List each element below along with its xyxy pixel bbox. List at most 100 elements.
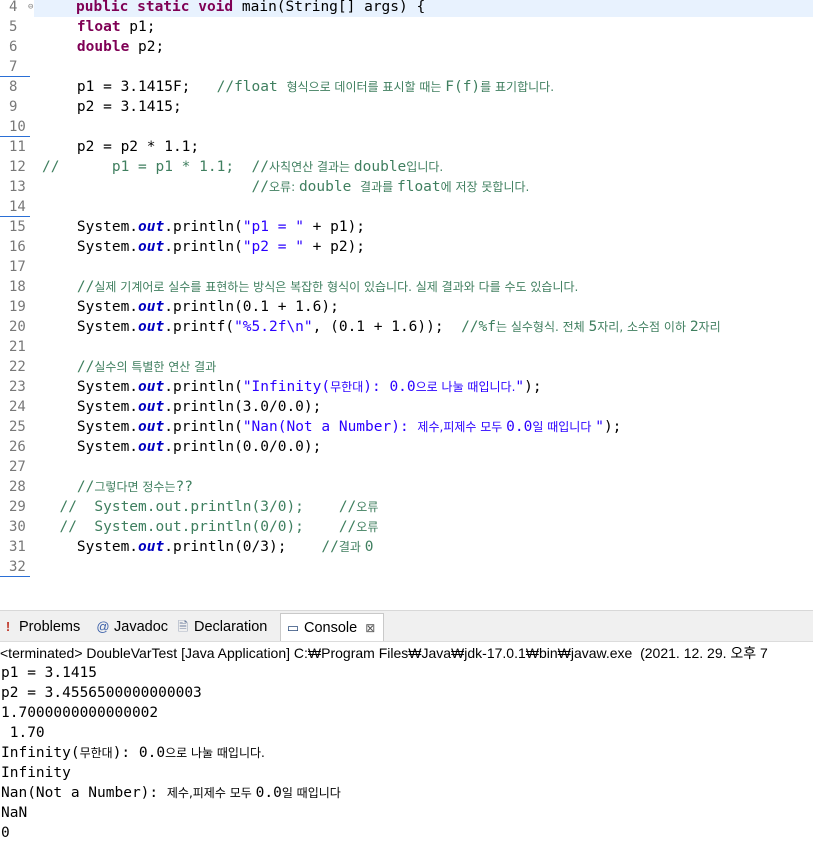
code-token: 는 실수형식. 전체	[495, 320, 589, 334]
line-number: 24	[9, 399, 26, 415]
console-line: Infinity	[1, 763, 71, 783]
code-token: float	[396, 179, 441, 195]
console-line: p2 = 3.4556500000000003	[1, 683, 202, 703]
line-number: 11	[9, 139, 26, 155]
console-text: 0.0	[255, 785, 282, 801]
code-line[interactable]: System.out.println(0.1 + 1.6);	[42, 297, 339, 317]
code-line[interactable]: // System.out.println(0/0); //오류	[42, 517, 378, 537]
code-token: p2;	[129, 39, 165, 55]
code-line[interactable]: public static void main(String[] args) {	[34, 0, 813, 17]
code-token: // p1 = p1 * 1.1;	[42, 159, 252, 175]
console-line: Nan(Not a Number): 제수,피제수 모두 0.0일 때입니다	[1, 783, 341, 803]
code-token: 일 때입니다	[532, 420, 596, 434]
console-line: NaN	[1, 803, 27, 823]
code-line[interactable]: System.out.println("Nan(Not a Number): 제…	[42, 417, 622, 437]
tab-label: Javadoc	[114, 619, 169, 635]
line-number: 15	[9, 219, 26, 235]
code-line[interactable]: System.out.println(0/3); //결과 0	[42, 537, 374, 557]
code-token: out	[138, 299, 165, 315]
code-line[interactable]: // p1 = p1 * 1.1; //사칙연산 결과는 double입니다.	[42, 157, 443, 177]
code-token: System.	[42, 419, 139, 435]
code-line[interactable]: System.out.println(0.0/0.0);	[42, 437, 321, 457]
code-token: 오류	[356, 520, 379, 534]
javadoc-icon: @	[96, 619, 110, 634]
code-token: 결과를	[360, 180, 397, 194]
code-token: ): 0.0	[363, 379, 416, 395]
code-token: 에 저장 못합니다.	[440, 180, 530, 194]
line-number: 16	[9, 239, 26, 255]
code-line[interactable]: // System.out.println(3/0); //오류	[42, 497, 378, 517]
code-token: F(f)	[445, 79, 481, 95]
code-token: .printf(	[164, 319, 235, 335]
code-token: //	[251, 159, 269, 175]
code-token: .println(0/3);	[164, 539, 322, 555]
line-number: 6	[9, 39, 18, 55]
console-line: 1.7000000000000002	[1, 703, 158, 723]
line-number: 29	[9, 499, 26, 515]
code-token: "p2 = "	[242, 239, 304, 255]
code-token: out	[138, 239, 165, 255]
code-token: 실제 기계어로 실수를 표현하는 방식은 복잡한 형식이 있습니다. 실제 결과…	[94, 280, 579, 294]
code-line[interactable]: //실제 기계어로 실수를 표현하는 방식은 복잡한 형식이 있습니다. 실제 …	[42, 277, 578, 297]
code-token: 무한대	[330, 380, 364, 394]
console-text: 일 때입니다	[281, 786, 341, 800]
code-line[interactable]: //그렇다면 정수는??	[42, 477, 193, 497]
close-tab-icon[interactable]: ⊠	[365, 621, 375, 635]
code-token: //	[76, 279, 95, 295]
tab-javadoc[interactable]: @ Javadoc	[95, 613, 168, 641]
code-token: , (0.1 + 1.6));	[312, 319, 462, 335]
code-token: out	[138, 539, 165, 555]
line-number: 28	[9, 479, 26, 495]
code-line[interactable]: //실수의 특별한 연산 결과	[42, 357, 216, 377]
tab-problems[interactable]: ! Problems	[0, 613, 80, 641]
code-line[interactable]: p2 = p2 * 1.1;	[42, 137, 199, 157]
code-line[interactable]: p1 = 3.1415F; //float 형식으로 데이터를 표시할 때는 F…	[42, 77, 554, 97]
code-token: .println(	[164, 219, 243, 235]
code-token: double	[298, 179, 361, 195]
code-token: out	[138, 439, 165, 455]
code-line[interactable]: System.out.println("p1 = " + p1);	[42, 217, 365, 237]
code-token: .println(	[164, 419, 243, 435]
code-token: 실수의 특별한 연산 결과	[94, 360, 217, 374]
code-token: 5	[588, 319, 598, 335]
code-line[interactable]: System.out.printf("%5.2f\n", (0.1 + 1.6)…	[42, 317, 721, 337]
code-token: // System.out.println(0/0); //	[59, 519, 357, 535]
console-icon: ▭	[286, 620, 300, 635]
code-token: 2	[689, 319, 699, 335]
code-token: "	[515, 379, 525, 395]
code-line[interactable]: System.out.println("p2 = " + p2);	[42, 237, 365, 257]
code-line[interactable]: System.out.println("Infinity(무한대): 0.0으로…	[42, 377, 542, 397]
code-token: 입니다.	[406, 160, 444, 174]
code-token: float	[76, 19, 121, 35]
code-token: .println(0.0/0.0);	[164, 439, 322, 455]
line-number: 20	[9, 319, 26, 335]
code-token: .println(	[164, 379, 243, 395]
code-line[interactable]: p2 = 3.1415;	[42, 97, 182, 117]
console-line: 1.70	[1, 723, 45, 743]
code-token: out	[138, 379, 165, 395]
bottom-panel-tabs: ! Problems @ Javadoc 🗎 Declaration ▭ Console ⊠	[0, 610, 813, 642]
code-line[interactable]: double p2;	[42, 37, 164, 57]
console-line: p1 = 3.1415	[1, 663, 97, 683]
code-token: );	[524, 379, 542, 395]
code-token: //float	[216, 79, 287, 95]
code-line[interactable]: System.out.println(3.0/0.0);	[42, 397, 321, 417]
code-line[interactable]: //오류: double 결과를 float에 저장 못합니다.	[42, 177, 530, 197]
code-line[interactable]: float p1;	[42, 17, 156, 37]
code-token: p1;	[120, 19, 156, 35]
tab-declaration[interactable]: 🗎 Declaration	[175, 613, 268, 641]
code-token: //	[76, 479, 95, 495]
tab-console[interactable]: ▭ Console ⊠	[280, 613, 385, 642]
line-number: 18	[9, 279, 26, 295]
code-token: System.	[42, 539, 139, 555]
problems-icon: !	[5, 619, 11, 634]
console-text: Infinity	[1, 765, 71, 781]
code-editor[interactable]: 4 5 6 7 8 9 10 11 12 13 14 15 16 17 18 19 20 21 22 23 24 25 26…	[0, 0, 813, 582]
console-text: p1 = 3.1415	[1, 665, 98, 681]
code-token: //%f	[461, 319, 496, 335]
